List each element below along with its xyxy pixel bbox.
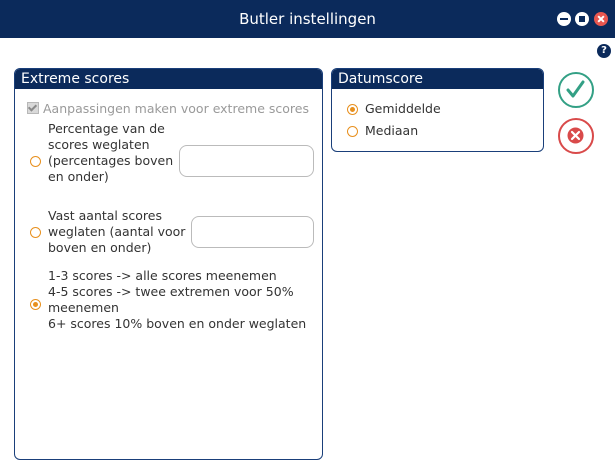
option-fixed-count-line: weglaten (aantal voor: [48, 224, 186, 239]
radio-mediaan[interactable]: [347, 126, 358, 137]
option-percentage-line: scores weglaten: [48, 137, 150, 152]
datumscore-header: Datumscore: [332, 69, 543, 89]
fixed-count-input[interactable]: [191, 216, 314, 248]
window-title: Butler instellingen: [239, 10, 376, 28]
option-percentage-line: (percentages boven: [48, 153, 174, 168]
option-rules-line: 1-3 scores -> alle scores meenemen: [48, 268, 277, 283]
close-icon[interactable]: [594, 12, 608, 26]
checkmark-icon: [566, 80, 585, 98]
radio-gemiddelde[interactable]: [347, 104, 358, 115]
datumscore-panel: Datumscore Gemiddelde Mediaan: [331, 68, 544, 152]
option-rules-line: 6+ scores 10% boven en onder weglaten: [48, 316, 307, 331]
percentage-input[interactable]: [179, 145, 314, 177]
help-icon[interactable]: ?: [597, 44, 611, 58]
option-fixed-count-line: boven en onder): [48, 240, 152, 255]
option-rules-line: meenemen: [48, 300, 119, 315]
option-rules-line: 4-5 scores -> twee extremen voor 50%: [48, 284, 294, 299]
option-percentage-line: Percentage van de: [48, 121, 165, 136]
cancel-x-icon: [567, 127, 584, 144]
option-gemiddelde-label[interactable]: Gemiddelde: [365, 101, 441, 117]
option-rules-label: 1-3 scores -> alle scores meenemen 4-5 s…: [48, 268, 306, 332]
title-bar: Butler instellingen: [0, 0, 615, 38]
extreme-scores-panel: Extreme scores Aanpassingen maken voor e…: [14, 68, 323, 460]
radio-rules[interactable]: [30, 299, 41, 310]
extreme-scores-header: Extreme scores: [15, 69, 322, 89]
extreme-scores-checkbox-row[interactable]: Aanpassingen maken voor extreme scores: [27, 101, 309, 116]
ok-button[interactable]: [558, 72, 594, 108]
extreme-scores-checkbox[interactable]: [27, 102, 39, 114]
minimize-icon[interactable]: [557, 12, 571, 26]
option-fixed-count-line: Vast aantal scores: [48, 208, 162, 223]
cancel-button[interactable]: [558, 118, 594, 154]
option-percentage-line: en onder): [48, 169, 109, 184]
option-fixed-count-label: Vast aantal scores weglaten (aantal voor…: [48, 208, 185, 256]
radio-fixed-count[interactable]: [30, 227, 41, 238]
option-percentage-label: Percentage van de scores weglaten (perce…: [48, 121, 173, 185]
extreme-scores-checkbox-label: Aanpassingen maken voor extreme scores: [43, 101, 309, 116]
maximize-icon[interactable]: [575, 12, 589, 26]
option-mediaan-label[interactable]: Mediaan: [365, 123, 418, 139]
radio-percentage[interactable]: [30, 156, 41, 167]
